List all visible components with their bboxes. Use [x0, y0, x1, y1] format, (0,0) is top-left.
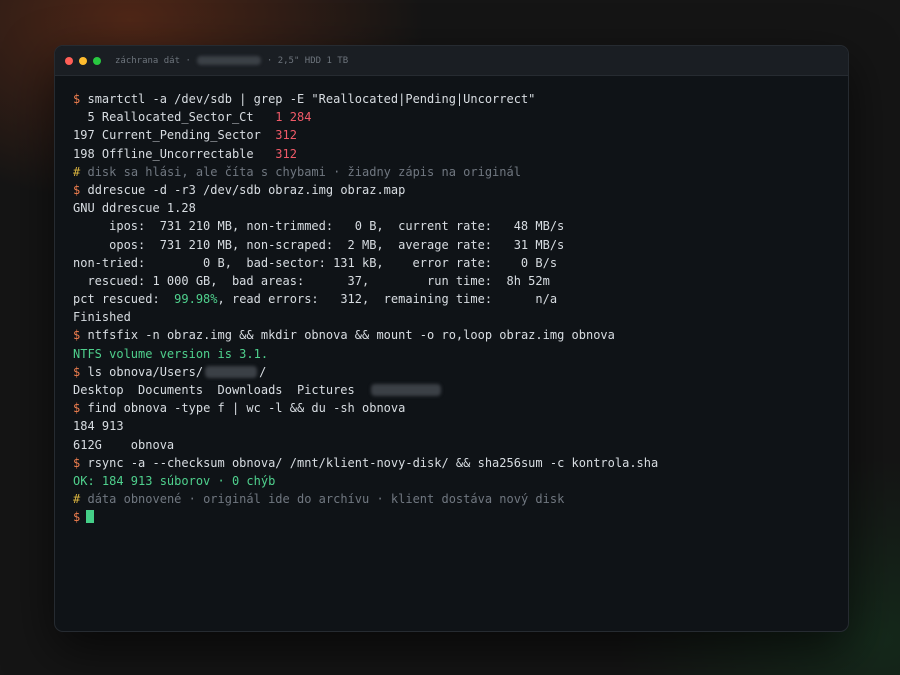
terminal-window[interactable]: záchrana dát · · 2,5" HDD 1 TB $ smartct… [54, 45, 849, 632]
window-title: záchrana dát · · 2,5" HDD 1 TB [115, 56, 348, 66]
output-line: 184 913 [73, 419, 124, 434]
prompt-symbol: $ [73, 182, 81, 197]
close-button[interactable] [65, 56, 73, 65]
comment-symbol: # [73, 492, 81, 507]
output-line: rescued: 1 000 GB, bad areas: 37, run ti… [73, 273, 550, 288]
command-text: ddrescue -d -r3 /dev/sdb obraz.img obraz… [87, 182, 406, 197]
output-line: 198 Offline_Uncorrectable 312 [73, 145, 848, 163]
smart-attribute-label: 198 Offline_Uncorrectable [73, 146, 276, 161]
maximize-button[interactable] [93, 56, 101, 65]
smart-attribute-label: 5 Reallocated_Sector_Ct [73, 110, 276, 125]
prompt-symbol: $ [73, 328, 81, 343]
command-text: / [259, 364, 267, 379]
redacted-username [205, 365, 258, 378]
command-text: rsync -a --checksum obnova/ /mnt/klient-… [87, 455, 659, 470]
prompt-symbol: $ [73, 455, 81, 470]
command-line: $ smartctl -a /dev/sdb | grep -E "Reallo… [73, 90, 848, 108]
smart-attribute-value: 312 [275, 146, 297, 161]
rescued-percent: 99.98% [174, 292, 218, 307]
output-line: Finished [73, 310, 131, 325]
title-bar[interactable]: záchrana dát · · 2,5" HDD 1 TB [55, 46, 848, 76]
cursor [86, 510, 95, 524]
redacted-client-name [196, 56, 261, 65]
comment-symbol: # [73, 164, 81, 179]
output-text: , read errors: 312, remaining time: n/a [217, 292, 558, 307]
command-text: find obnova -type f | wc -l && du -sh ob… [87, 401, 406, 416]
output-text: pct rescued: [73, 292, 175, 307]
output-line: opos: 731 210 MB, non-scraped: 2 MB, ave… [73, 237, 565, 252]
window-title-prefix: záchrana dát · [115, 55, 191, 66]
command-line: $ ntfsfix -n obraz.img && mkdir obnova &… [73, 326, 848, 344]
output-line: 612G obnova [73, 437, 175, 452]
comment-text: disk sa hlási, ale číta s chybami · žiad… [87, 164, 521, 179]
smart-attribute-value: 1 284 [275, 110, 312, 125]
directory-listing: Desktop Documents Downloads Pictures [73, 383, 370, 397]
comment-text: dáta obnovené · originál ide do archívu … [87, 492, 565, 507]
prompt-symbol: $ [73, 510, 81, 525]
smart-attribute-value: 312 [275, 128, 297, 143]
minimize-button[interactable] [79, 56, 87, 65]
input-line[interactable]: $ [73, 508, 848, 526]
output-line: GNU ddrescue 1.28 [73, 201, 196, 216]
command-line: $ ls obnova/Users/ / [73, 363, 848, 381]
command-line: $ rsync -a --checksum obnova/ /mnt/klien… [73, 454, 848, 472]
output-line: 197 Current_Pending_Sector 312 [73, 126, 848, 144]
window-title-suffix: · 2,5" HDD 1 TB [266, 55, 349, 66]
prompt-symbol: $ [73, 401, 81, 416]
comment-line: # disk sa hlási, ale číta s chybami · ži… [73, 163, 848, 181]
output-line: OK: 184 913 súborov · 0 chýb [73, 473, 276, 488]
output-line: pct rescued: 99.98%, read errors: 312, r… [73, 290, 848, 308]
command-line: $ find obnova -type f | wc -l && du -sh … [73, 399, 848, 417]
command-text: ntfsfix -n obraz.img && mkdir obnova && … [87, 328, 615, 343]
output-line: Desktop Documents Downloads Pictures [73, 381, 848, 399]
comment-line: # dáta obnovené · originál ide do archív… [73, 490, 848, 508]
command-text: smartctl -a /dev/sdb | grep -E "Realloca… [87, 92, 536, 106]
terminal-output[interactable]: $ smartctl -a /dev/sdb | grep -E "Reallo… [55, 76, 848, 527]
prompt-symbol: $ [73, 92, 81, 106]
output-line: non-tried: 0 B, bad-sector: 131 kB, erro… [73, 255, 558, 270]
redacted-folder [371, 384, 442, 396]
smart-attribute-label: 197 Current_Pending_Sector [73, 128, 276, 143]
output-line: ipos: 731 210 MB, non-trimmed: 0 B, curr… [73, 219, 565, 234]
command-text: ls obnova/Users/ [87, 364, 204, 379]
output-line: 5 Reallocated_Sector_Ct 1 284 [73, 108, 848, 126]
prompt-symbol: $ [73, 364, 81, 379]
command-line: $ ddrescue -d -r3 /dev/sdb obraz.img obr… [73, 181, 848, 199]
output-line: NTFS volume version is 3.1. [73, 346, 269, 361]
